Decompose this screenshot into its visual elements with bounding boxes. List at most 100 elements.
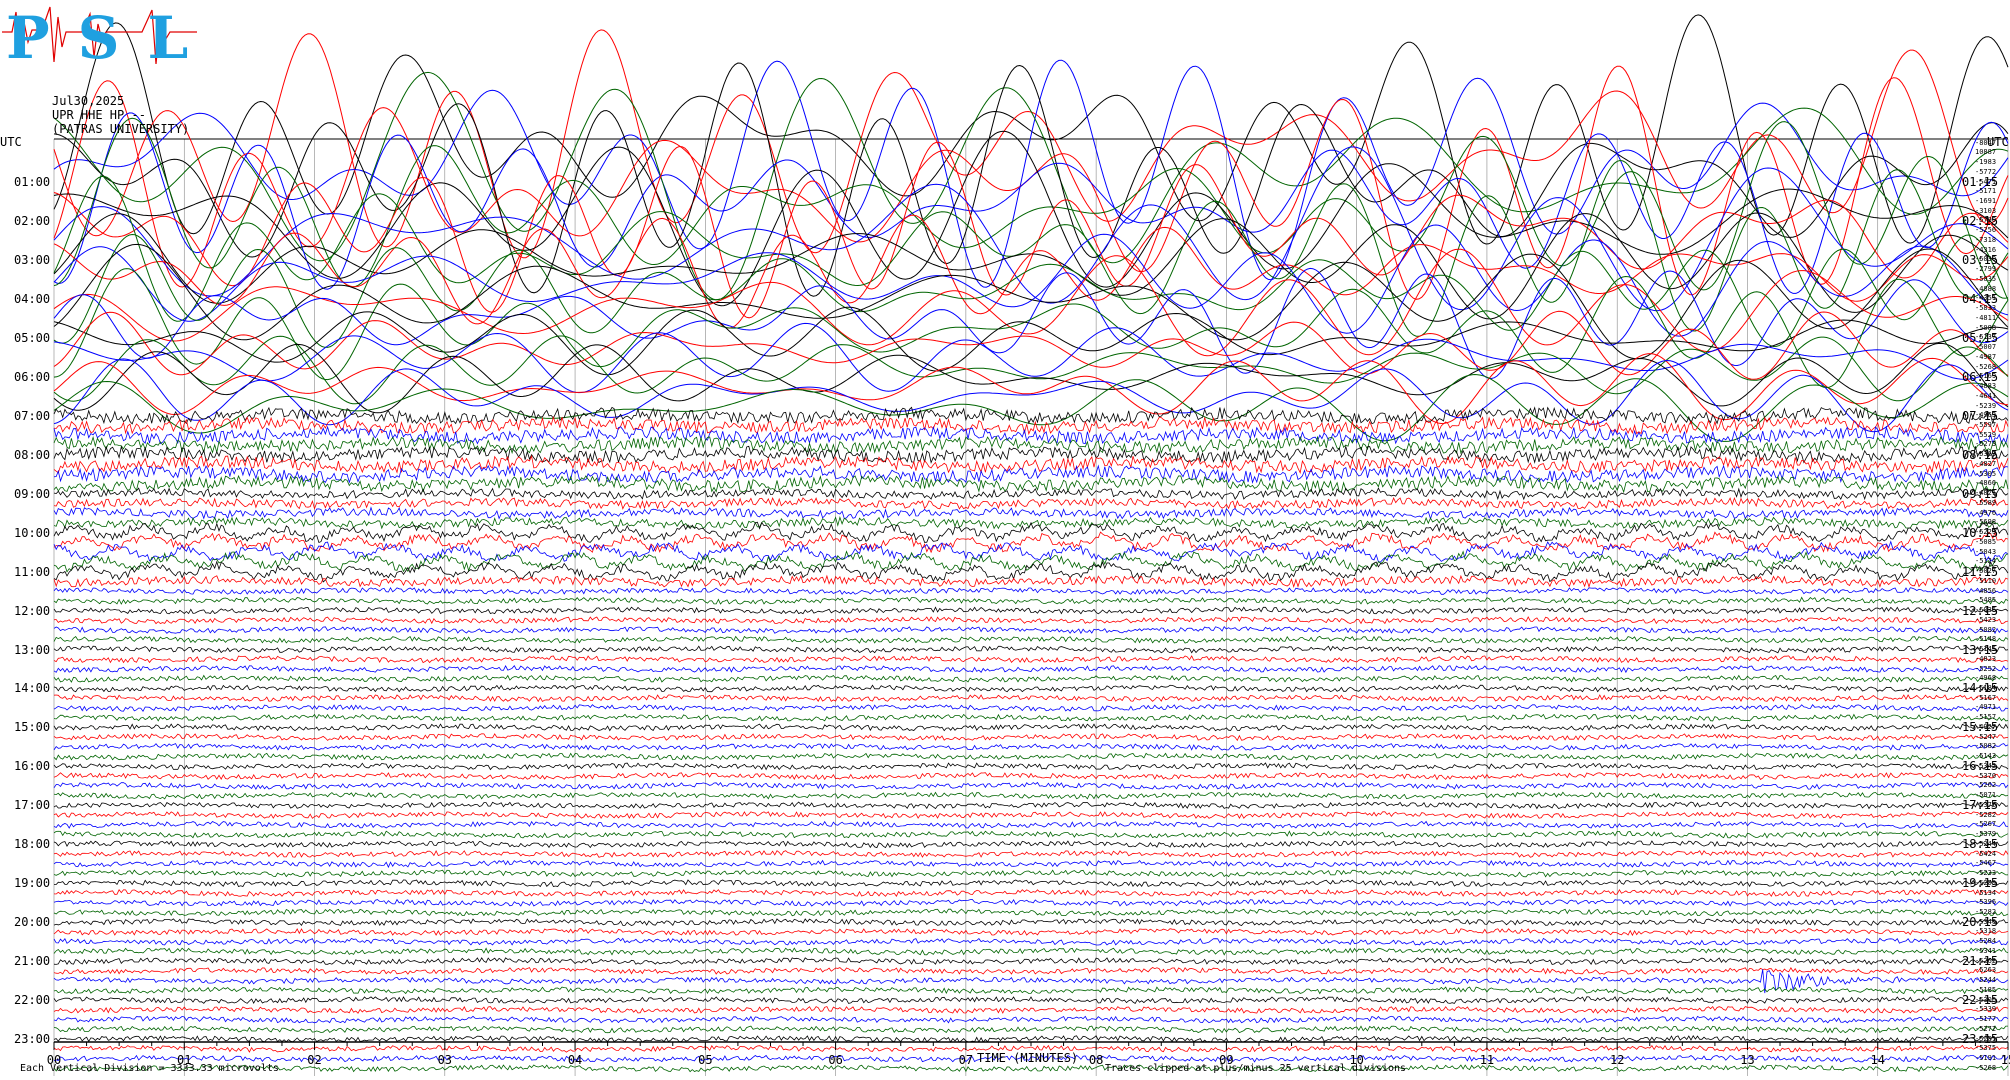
trace-32	[53, 444, 2009, 464]
trace-offset-label: -5145	[1975, 645, 1997, 653]
trace-offset-label: -5143	[1975, 752, 1997, 761]
trace-88	[53, 996, 2009, 1004]
trace-60	[53, 723, 2009, 732]
trace-offset-label: -2799	[1975, 265, 1997, 274]
trace-25	[53, 353, 2009, 425]
institution: (PATRAS UNIVERSITY)	[52, 122, 190, 136]
x-tick-label: 14	[1871, 1053, 1885, 1067]
trace-offset-label: -5305	[1975, 469, 1997, 478]
trace-57	[53, 694, 2009, 703]
left-hour-label: 08:00	[14, 447, 51, 462]
trace-offset-label: 10887	[1975, 148, 1997, 157]
trace-offset-label: -5267	[1975, 820, 1997, 829]
trace-offset-label: -5318	[1975, 927, 1997, 936]
x-tick-label: 02	[307, 1053, 321, 1067]
trace-offset-label: -5157	[1975, 713, 1997, 722]
trace-offset-label: -5346	[1975, 917, 1997, 926]
left-hour-label: 06:00	[14, 369, 51, 384]
trace-offset-label: -8047	[1975, 138, 1997, 147]
utc-left-label: UTC	[0, 135, 22, 149]
trace-offset-label: -4821	[1975, 489, 1997, 498]
trace-55	[53, 674, 2009, 683]
trace-38	[53, 506, 2009, 521]
trace-46	[53, 586, 2009, 595]
trace-offset-label: -4351	[1975, 294, 1997, 303]
trace-offset-label: -5342	[1975, 761, 1997, 770]
trace-offset-label: -5589	[1975, 498, 1997, 507]
seismic-traces	[53, 14, 2009, 1073]
trace-36	[53, 487, 2009, 501]
trace-64	[53, 762, 2009, 771]
trace-48	[53, 606, 2009, 615]
trace-65	[53, 772, 2009, 781]
trace-83	[53, 947, 2009, 956]
trace-offset-label: -4963	[1975, 411, 1997, 420]
x-tick-label: 06	[828, 1053, 842, 1067]
trace-3	[53, 71, 2009, 301]
trace-85	[53, 966, 2009, 975]
trace-offset-label: -5085	[1975, 537, 1997, 546]
trace-offset-label: -5282	[1975, 908, 1997, 916]
trace-70	[53, 820, 2009, 829]
trace-offset-label: -5424	[1975, 849, 1997, 858]
trace-offset-label: -5790	[1975, 216, 1997, 225]
trace-offset-label: -5467	[1975, 859, 1997, 868]
trace-offset-label: -4883	[1975, 382, 1997, 390]
trace-42	[53, 540, 2009, 563]
trace-1	[53, 29, 2009, 259]
trace-90	[53, 1015, 2009, 1024]
trace-91	[53, 1025, 2008, 1034]
trace-offset-label: -5268	[1975, 362, 1997, 371]
trace-78	[53, 898, 2009, 907]
trace-62	[53, 743, 2009, 751]
trace-offset-label: -5030	[1975, 255, 1997, 264]
trace-offset-label: -5110	[1975, 576, 1997, 585]
trace-offset-label: -5252	[1975, 664, 1997, 673]
trace-63	[53, 752, 2009, 761]
trace-71	[53, 830, 2009, 839]
trace-offset-label: -5370	[1975, 771, 1997, 780]
trace-2	[53, 59, 2009, 288]
trace-offset-label: -4827	[1975, 459, 1997, 468]
trace-offset-label: -5082	[1975, 625, 1997, 634]
trace-offset-label: -5239	[1975, 401, 1997, 410]
trace-76	[53, 879, 2009, 888]
time-axis	[53, 1041, 2009, 1050]
x-axis-label: TIME (MINUTES)	[977, 1051, 1079, 1065]
trace-offset-label: -5082	[1975, 742, 1997, 751]
trace-84	[53, 957, 2009, 966]
left-hour-label: 15:00	[14, 720, 51, 735]
left-hour-label: 22:00	[14, 993, 51, 1008]
trace-61	[53, 733, 2009, 742]
trace-offset-label: -3103	[1975, 206, 1997, 215]
trace-7	[53, 117, 2009, 299]
left-hour-label: 19:00	[14, 876, 51, 891]
trace-offset-label: -5124	[1975, 557, 1997, 566]
plot-date: Jul30,2025	[52, 94, 125, 108]
trace-37	[53, 496, 2009, 510]
trace-offset-label: -5036	[1975, 606, 1997, 614]
trace-offset-label: -5043	[1975, 547, 1997, 556]
trace-0	[53, 14, 2009, 245]
trace-offset-label: -4927	[1975, 722, 1997, 731]
trace-27	[53, 373, 2009, 442]
left-hour-label: 17:00	[14, 798, 51, 813]
x-tick-label: 05	[698, 1053, 712, 1067]
left-hour-label: 23:00	[14, 1032, 51, 1047]
left-hour-label: 10:00	[14, 525, 51, 540]
trace-offset-label: -5262	[1975, 956, 1997, 965]
trace-offset-label: -5167	[1975, 693, 1997, 702]
trace-89	[53, 1005, 2009, 1014]
trace-offset-label: -5088	[1975, 323, 1997, 332]
trace-offset-label: -4823	[1975, 654, 1997, 663]
trace-offset-label: -4976	[1975, 508, 1997, 517]
trace-29	[53, 415, 2009, 436]
left-hour-label: 18:00	[14, 837, 51, 852]
trace-offset-label: -4866	[1975, 479, 1997, 488]
trace-offset-label: -5363	[1975, 450, 1997, 459]
trace-offset-label: -4811	[1975, 313, 1997, 322]
seismogram-plot: 00010203040506070809101112131415	[47, 14, 2010, 1076]
trace-offset-label: -4888	[1975, 284, 1997, 293]
trace-offset-label: -5376	[1975, 800, 1997, 809]
trace-offset-label: -5177	[1975, 1015, 1997, 1024]
